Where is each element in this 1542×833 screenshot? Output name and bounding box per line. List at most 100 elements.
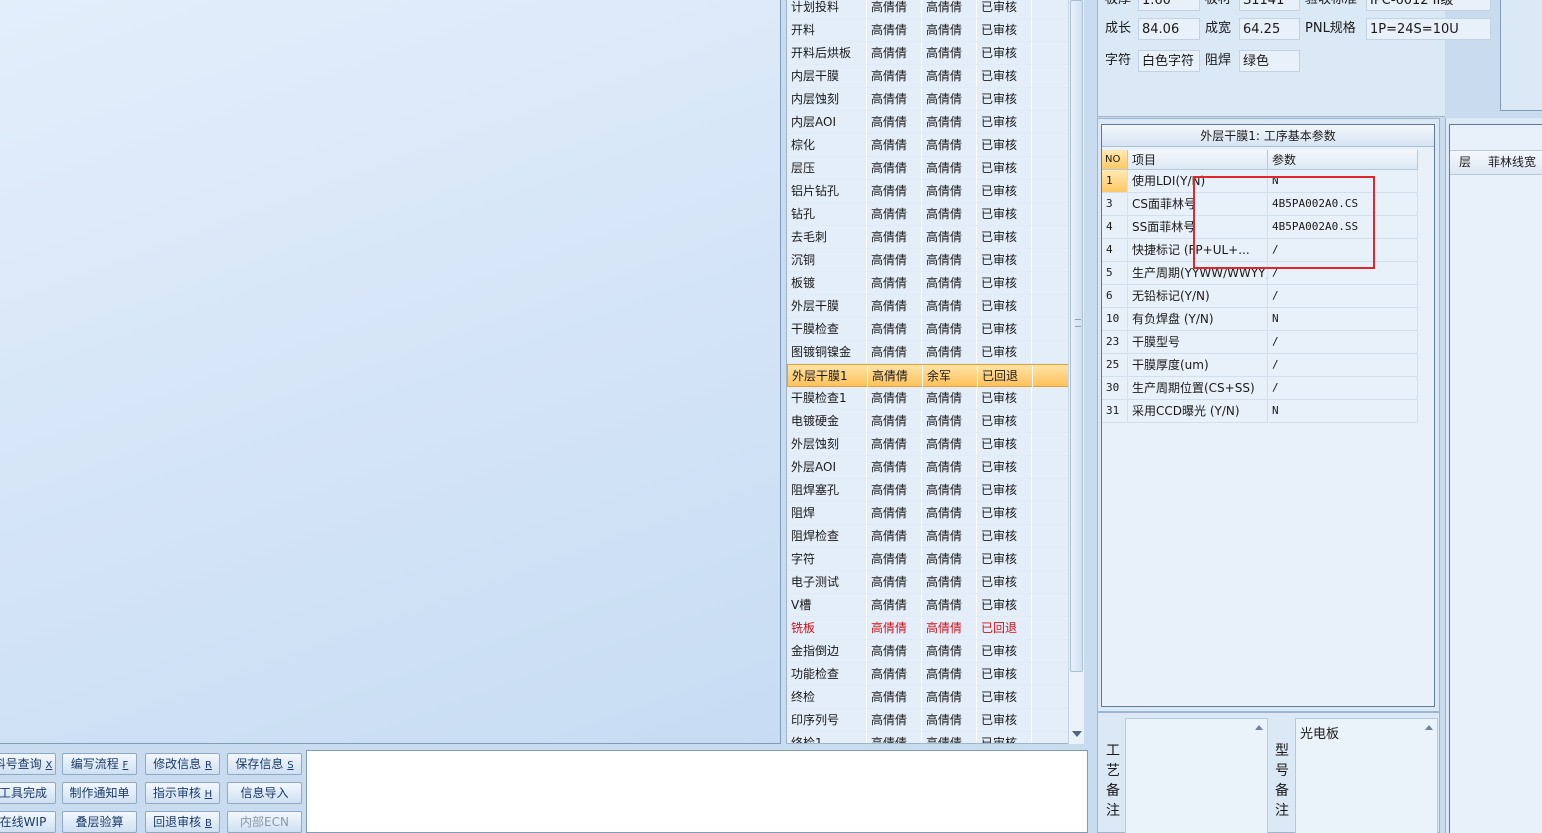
process-row[interactable]: 板镀 高倩倩 高倩倩 已审核 (787, 272, 1070, 295)
action-button[interactable]: 制作通知单 (62, 782, 137, 804)
action-button[interactable]: 编写流程 F (62, 753, 137, 775)
process-row[interactable]: 电子测试 高倩倩 高倩倩 已审核 (787, 571, 1070, 594)
process-row[interactable]: V槽 高倩倩 高倩倩 已审核 (787, 594, 1070, 617)
param-row[interactable]: 25 干膜厚度(um) / (1102, 354, 1418, 377)
process-row[interactable]: 计划投料 高倩倩 高倩倩 已审核 (787, 0, 1070, 19)
status-cell: 已审核 (977, 686, 1032, 708)
process-row[interactable]: 终检1 高倩倩 高倩倩 已审核 (787, 732, 1070, 743)
acceptance-standard-value[interactable]: IPC-6012 II级 (1366, 0, 1491, 11)
status-cell: 已审核 (977, 433, 1032, 455)
reviewer-cell: 高倩倩 (922, 502, 977, 524)
process-row[interactable]: 字符 高倩倩 高倩倩 已审核 (787, 548, 1070, 571)
action-button[interactable]: 在线WIP (0, 811, 56, 833)
process-row[interactable]: 开料 高倩倩 高倩倩 已审核 (787, 19, 1070, 42)
pnl-spec-value[interactable]: 1P=24S=10U (1366, 18, 1491, 40)
finished-width-value[interactable]: 64.25 (1239, 18, 1300, 40)
process-row[interactable]: 外层干膜 高倩倩 高倩倩 已审核 (787, 295, 1070, 318)
maker-cell: 高倩倩 (867, 226, 922, 248)
process-row[interactable]: 内层干膜 高倩倩 高倩倩 已审核 (787, 65, 1070, 88)
silkscreen-label: 字符 (1105, 53, 1132, 68)
scrollbar-thumb[interactable] (1070, 0, 1083, 672)
process-row[interactable]: 图镀铜镍金 高倩倩 高倩倩 已审核 (787, 341, 1070, 364)
action-button-hotkey: X (45, 760, 53, 771)
process-row[interactable]: 内层AOI 高倩倩 高倩倩 已审核 (787, 111, 1070, 134)
process-row[interactable]: 阻焊 高倩倩 高倩倩 已审核 (787, 502, 1070, 525)
action-button[interactable]: 回退审核 B (145, 811, 220, 833)
board-thickness-value[interactable]: 1.60 (1138, 0, 1200, 11)
process-row[interactable]: 铝片钻孔 高倩倩 高倩倩 已审核 (787, 180, 1070, 203)
solder-mask-value[interactable]: 绿色 (1239, 50, 1300, 72)
param-no-cell: 4 (1102, 216, 1128, 238)
process-name-cell: 钻孔 (787, 203, 867, 225)
process-row[interactable]: 干膜检查 高倩倩 高倩倩 已审核 (787, 318, 1070, 341)
param-row[interactable]: 23 干膜型号 / (1102, 331, 1418, 354)
reviewer-cell: 高倩倩 (922, 617, 977, 639)
process-row[interactable]: 层压 高倩倩 高倩倩 已审核 (787, 157, 1070, 180)
empty-cell (1032, 571, 1070, 593)
action-button[interactable]: 指示审核 H (145, 782, 220, 804)
process-row[interactable]: 阻焊检查 高倩倩 高倩倩 已审核 (787, 525, 1070, 548)
process-row[interactable]: 阻焊塞孔 高倩倩 高倩倩 已审核 (787, 479, 1070, 502)
model-note-input[interactable]: 光电板 (1295, 718, 1438, 833)
param-row[interactable]: 30 生产周期位置(CS+SS) / (1102, 377, 1418, 400)
process-name-cell: 开料 (787, 19, 867, 41)
process-list[interactable]: 计划投料 高倩倩 高倩倩 已审核 开料 高倩倩 高倩倩 已审核 开料后烘板 高倩倩 高倩倩 已审核 内层… (786, 0, 1084, 744)
param-col-no: NO (1102, 150, 1128, 170)
process-row[interactable]: 去毛刺 高倩倩 高倩倩 已审核 (787, 226, 1070, 249)
film-width-table: 层 菲林线宽 (1449, 124, 1542, 833)
param-row[interactable]: 3 CS面菲林号 4B5PA002A0.CS (1102, 193, 1418, 216)
process-row[interactable]: 外层干膜1 高倩倩 余军 已回退 (787, 364, 1071, 387)
process-row[interactable]: 功能检查 高倩倩 高倩倩 已审核 (787, 663, 1070, 686)
action-button[interactable]: 工具完成 (0, 782, 56, 804)
process-name-cell: 外层蚀刻 (787, 433, 867, 455)
process-row[interactable]: 电镀硬金 高倩倩 高倩倩 已审核 (787, 410, 1070, 433)
process-row[interactable]: 铣板 高倩倩 高倩倩 已回退 (787, 617, 1070, 640)
process-row[interactable]: 内层蚀刻 高倩倩 高倩倩 已审核 (787, 88, 1070, 111)
finished-length-value[interactable]: 84.06 (1138, 18, 1200, 40)
scroll-up-arrow-icon[interactable] (1255, 725, 1263, 730)
process-row[interactable]: 外层AOI 高倩倩 高倩倩 已审核 (787, 456, 1070, 479)
param-row[interactable]: 4 快捷标记 (FP+UL+... / (1102, 239, 1418, 262)
process-row[interactable]: 印序列号 高倩倩 高倩倩 已审核 (787, 709, 1070, 732)
param-row[interactable]: 6 无铅标记(Y/N) / (1102, 285, 1418, 308)
reviewer-cell: 高倩倩 (922, 548, 977, 570)
action-button[interactable]: 料号查询 X (0, 753, 56, 775)
action-button[interactable]: 信息导入 (227, 782, 302, 804)
process-row[interactable]: 棕化 高倩倩 高倩倩 已审核 (787, 134, 1070, 157)
param-row[interactable]: 10 有负焊盘 (Y/N) N (1102, 308, 1418, 331)
param-row[interactable]: 1 使用LDI(Y/N) N (1102, 170, 1418, 193)
silkscreen-value[interactable]: 白色字符 (1138, 50, 1200, 72)
status-cell: 已审核 (977, 387, 1032, 409)
maker-cell: 高倩倩 (867, 19, 922, 41)
action-button[interactable]: 保存信息 S (227, 753, 302, 775)
message-area (306, 750, 1088, 833)
process-row[interactable]: 干膜检查1 高倩倩 高倩倩 已审核 (787, 387, 1070, 410)
reviewer-cell: 高倩倩 (922, 594, 977, 616)
process-list-scrollbar[interactable] (1068, 0, 1084, 744)
process-row[interactable]: 开料后烘板 高倩倩 高倩倩 已审核 (787, 42, 1070, 65)
maker-cell: 高倩倩 (867, 42, 922, 64)
process-row[interactable]: 终检 高倩倩 高倩倩 已审核 (787, 686, 1070, 709)
empty-cell (1032, 479, 1070, 501)
empty-cell (1032, 226, 1070, 248)
param-item-cell: 有负焊盘 (Y/N) (1128, 308, 1268, 330)
scroll-down-arrow-icon[interactable] (1072, 731, 1082, 737)
process-name-cell: 终检 (787, 686, 867, 708)
action-button[interactable]: 内部ECN (227, 811, 302, 833)
action-button[interactable]: 修改信息 R (145, 753, 220, 775)
process-row[interactable]: 外层蚀刻 高倩倩 高倩倩 已审核 (787, 433, 1070, 456)
scroll-up-arrow-icon[interactable] (1425, 725, 1433, 730)
empty-cell (1032, 410, 1070, 432)
top-right-box (1500, 0, 1542, 111)
board-material-value[interactable]: S1141 (1239, 0, 1300, 11)
param-row[interactable]: 4 SS面菲林号 4B5PA002A0.SS (1102, 216, 1418, 239)
param-row[interactable]: 31 采用CCD曝光 (Y/N) N (1102, 400, 1418, 423)
action-button[interactable]: 叠层验算 (62, 811, 137, 833)
process-row[interactable]: 钻孔 高倩倩 高倩倩 已审核 (787, 203, 1070, 226)
param-row[interactable]: 5 生产周期(YYWW/WWYY) / (1102, 262, 1418, 285)
process-note-input[interactable] (1125, 718, 1268, 833)
process-row[interactable]: 沉铜 高倩倩 高倩倩 已审核 (787, 249, 1070, 272)
param-item-cell: 无铅标记(Y/N) (1128, 285, 1268, 307)
process-row[interactable]: 金指倒边 高倩倩 高倩倩 已审核 (787, 640, 1070, 663)
empty-cell (1032, 456, 1070, 478)
